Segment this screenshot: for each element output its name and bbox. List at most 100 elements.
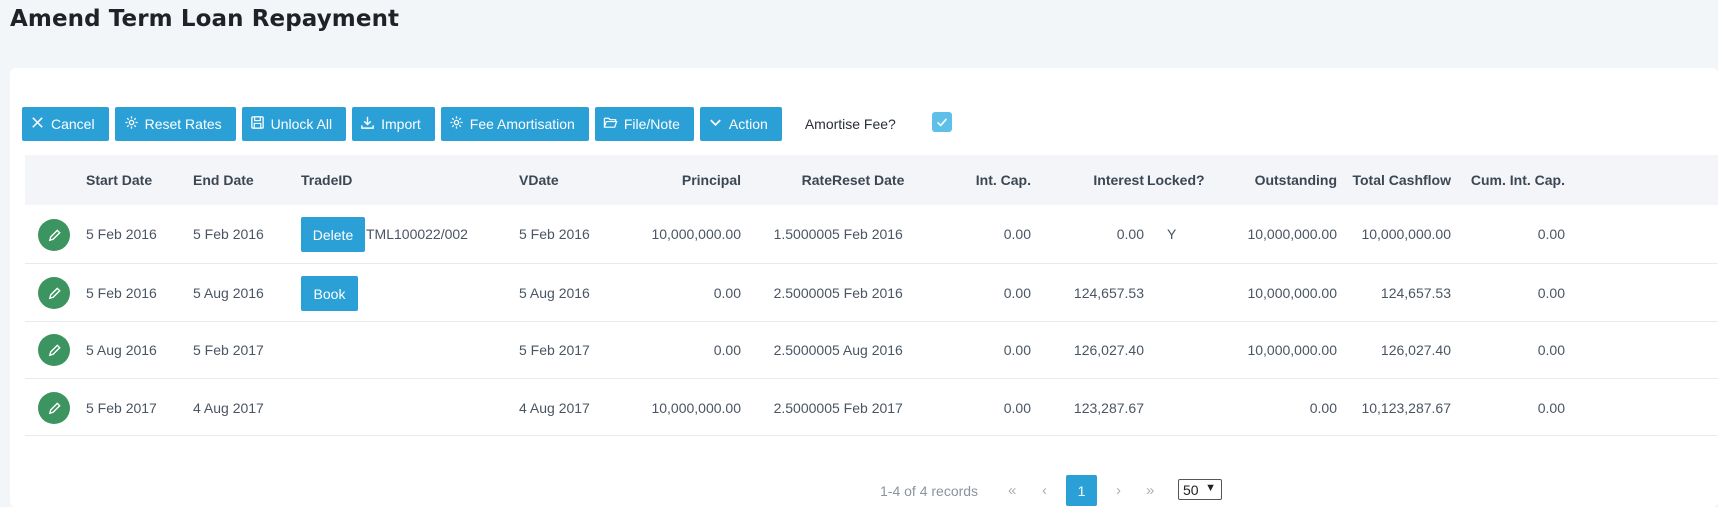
cell-vdate: 5 Aug 2016: [519, 285, 590, 301]
table-row[interactable]: 5 Feb 2016 5 Feb 2016 Delete TML100022/0…: [25, 205, 1718, 264]
header-vdate[interactable]: VDate: [519, 172, 559, 188]
cell-int-cap: 0.00: [1003, 285, 1031, 301]
amortise-fee-checkbox[interactable]: [931, 112, 952, 132]
header-end-date[interactable]: End Date: [193, 172, 254, 188]
file-note-button-label: File/Note: [623, 116, 680, 132]
delete-button[interactable]: Delete: [301, 217, 365, 252]
cell-start-date: 5 Aug 2016: [86, 342, 157, 358]
cell-reset-date: 5 Feb 2016: [832, 226, 903, 242]
import-button[interactable]: Import: [352, 107, 435, 141]
prev-page-icon[interactable]: ‹: [1042, 482, 1047, 499]
file-note-button[interactable]: File/Note: [594, 107, 694, 141]
cell-interest: 123,287.67: [1073, 400, 1144, 416]
cell-rate: 2.500000: [773, 285, 832, 301]
check-icon: [936, 118, 947, 127]
repayment-grid: Start Date End Date TradeID VDate Princi…: [25, 155, 1718, 436]
reset-rates-button[interactable]: Reset Rates: [114, 107, 236, 141]
chevron-down-icon: ▼: [1205, 482, 1216, 494]
fee-amortisation-button-label: Fee Amortisation: [469, 116, 575, 132]
unlock-all-button[interactable]: Unlock All: [241, 107, 347, 141]
cell-int-cap: 0.00: [1003, 342, 1031, 358]
grid-header: Start Date End Date TradeID VDate Princi…: [25, 155, 1718, 205]
cell-total-cashflow: 10,123,287.67: [1361, 400, 1451, 416]
cell-interest: 0.00: [1116, 226, 1144, 242]
cell-outstanding: 10,000,000.00: [1247, 285, 1337, 301]
page-button-current[interactable]: 1: [1066, 475, 1097, 506]
action-button-label: Action: [728, 116, 768, 132]
cell-trade-id: TML100022/002: [366, 226, 468, 242]
header-total-cashflow[interactable]: Total Cashflow: [1341, 172, 1451, 188]
next-page-icon[interactable]: ›: [1116, 482, 1121, 499]
page-title: Amend Term Loan Repayment: [10, 6, 400, 32]
header-reset-date[interactable]: Reset Date: [832, 172, 904, 188]
page-size-select[interactable]: 50 ▼: [1178, 479, 1222, 500]
table-row[interactable]: 5 Aug 2016 5 Feb 2017 5 Feb 2017 0.00 2.…: [25, 322, 1718, 379]
header-interest[interactable]: Interest: [1035, 172, 1144, 188]
amortise-fee-label: Amortise Fee?: [804, 116, 896, 132]
cell-int-cap: 0.00: [1003, 400, 1031, 416]
header-rate[interactable]: Rate: [745, 172, 832, 188]
header-start-date[interactable]: Start Date: [86, 172, 152, 188]
pencil-icon: [48, 343, 61, 356]
pagination: 1-4 of 4 records « ‹ 1 › » 50 ▼: [0, 475, 1718, 506]
cell-cum-int-cap: 0.00: [1537, 342, 1565, 358]
cell-reset-date: 5 Feb 2016: [832, 285, 903, 301]
edit-row-button[interactable]: [38, 334, 70, 366]
header-cum-int-cap[interactable]: Cum. Int. Cap.: [1455, 172, 1565, 188]
cell-int-cap: 0.00: [1003, 226, 1031, 242]
cell-principal: 10,000,000.00: [651, 400, 741, 416]
header-principal[interactable]: Principal: [615, 172, 741, 188]
cell-outstanding: 0.00: [1309, 400, 1337, 416]
pencil-icon: [48, 401, 61, 414]
cell-principal: 10,000,000.00: [651, 226, 741, 242]
edit-row-button[interactable]: [38, 277, 70, 309]
cell-interest: 126,027.40: [1073, 342, 1144, 358]
pagination-info: 1-4 of 4 records: [880, 483, 979, 499]
table-row[interactable]: 5 Feb 2017 4 Aug 2017 4 Aug 2017 10,000,…: [25, 379, 1718, 436]
cancel-button[interactable]: Cancel: [22, 107, 109, 141]
cell-end-date: 5 Feb 2016: [193, 226, 264, 242]
cell-principal: 0.00: [713, 285, 741, 301]
header-locked[interactable]: Locked?: [1147, 172, 1205, 188]
download-icon: [360, 115, 375, 133]
import-button-label: Import: [381, 116, 421, 132]
header-int-cap[interactable]: Int. Cap.: [925, 172, 1031, 188]
cell-start-date: 5 Feb 2017: [86, 400, 157, 416]
gear-icon: [124, 115, 139, 133]
toolbar: Cancel Reset Rates Unlock All Import Fee…: [22, 107, 952, 141]
cancel-button-label: Cancel: [51, 116, 95, 132]
cell-reset-date: 5 Aug 2016: [832, 342, 903, 358]
cell-end-date: 4 Aug 2017: [193, 400, 264, 416]
cell-rate: 2.500000: [773, 342, 832, 358]
close-icon: [30, 115, 45, 133]
cell-end-date: 5 Feb 2017: [193, 342, 264, 358]
cell-total-cashflow: 126,027.40: [1380, 342, 1451, 358]
edit-row-button[interactable]: [38, 392, 70, 424]
cell-vdate: 5 Feb 2017: [519, 342, 590, 358]
cell-interest: 124,657.53: [1073, 285, 1144, 301]
cell-cum-int-cap: 0.00: [1537, 226, 1565, 242]
first-page-icon[interactable]: «: [1008, 482, 1016, 499]
cell-cum-int-cap: 0.00: [1537, 400, 1565, 416]
cell-reset-date: 5 Feb 2017: [832, 400, 903, 416]
cell-vdate: 5 Feb 2016: [519, 226, 590, 242]
cell-total-cashflow: 10,000,000.00: [1361, 226, 1451, 242]
header-outstanding[interactable]: Outstanding: [1215, 172, 1337, 188]
cell-end-date: 5 Aug 2016: [193, 285, 264, 301]
edit-row-button[interactable]: [38, 219, 70, 251]
folder-open-icon: [603, 115, 618, 133]
last-page-icon[interactable]: »: [1146, 482, 1154, 499]
cell-total-cashflow: 124,657.53: [1380, 285, 1451, 301]
table-row[interactable]: 5 Feb 2016 5 Aug 2016 Book 5 Aug 2016 0.…: [25, 264, 1718, 322]
cell-rate: 1.500000: [773, 226, 832, 242]
cell-outstanding: 10,000,000.00: [1247, 342, 1337, 358]
unlock-all-button-label: Unlock All: [270, 116, 333, 132]
fee-amortisation-button[interactable]: Fee Amortisation: [440, 107, 589, 141]
cell-rate: 2.500000: [773, 400, 832, 416]
header-trade-id[interactable]: TradeID: [301, 172, 352, 188]
action-button[interactable]: Action: [699, 107, 782, 141]
reset-rates-button-label: Reset Rates: [144, 116, 222, 132]
book-button[interactable]: Book: [301, 276, 358, 311]
cell-vdate: 4 Aug 2017: [519, 400, 590, 416]
chevron-down-icon: [708, 115, 723, 133]
